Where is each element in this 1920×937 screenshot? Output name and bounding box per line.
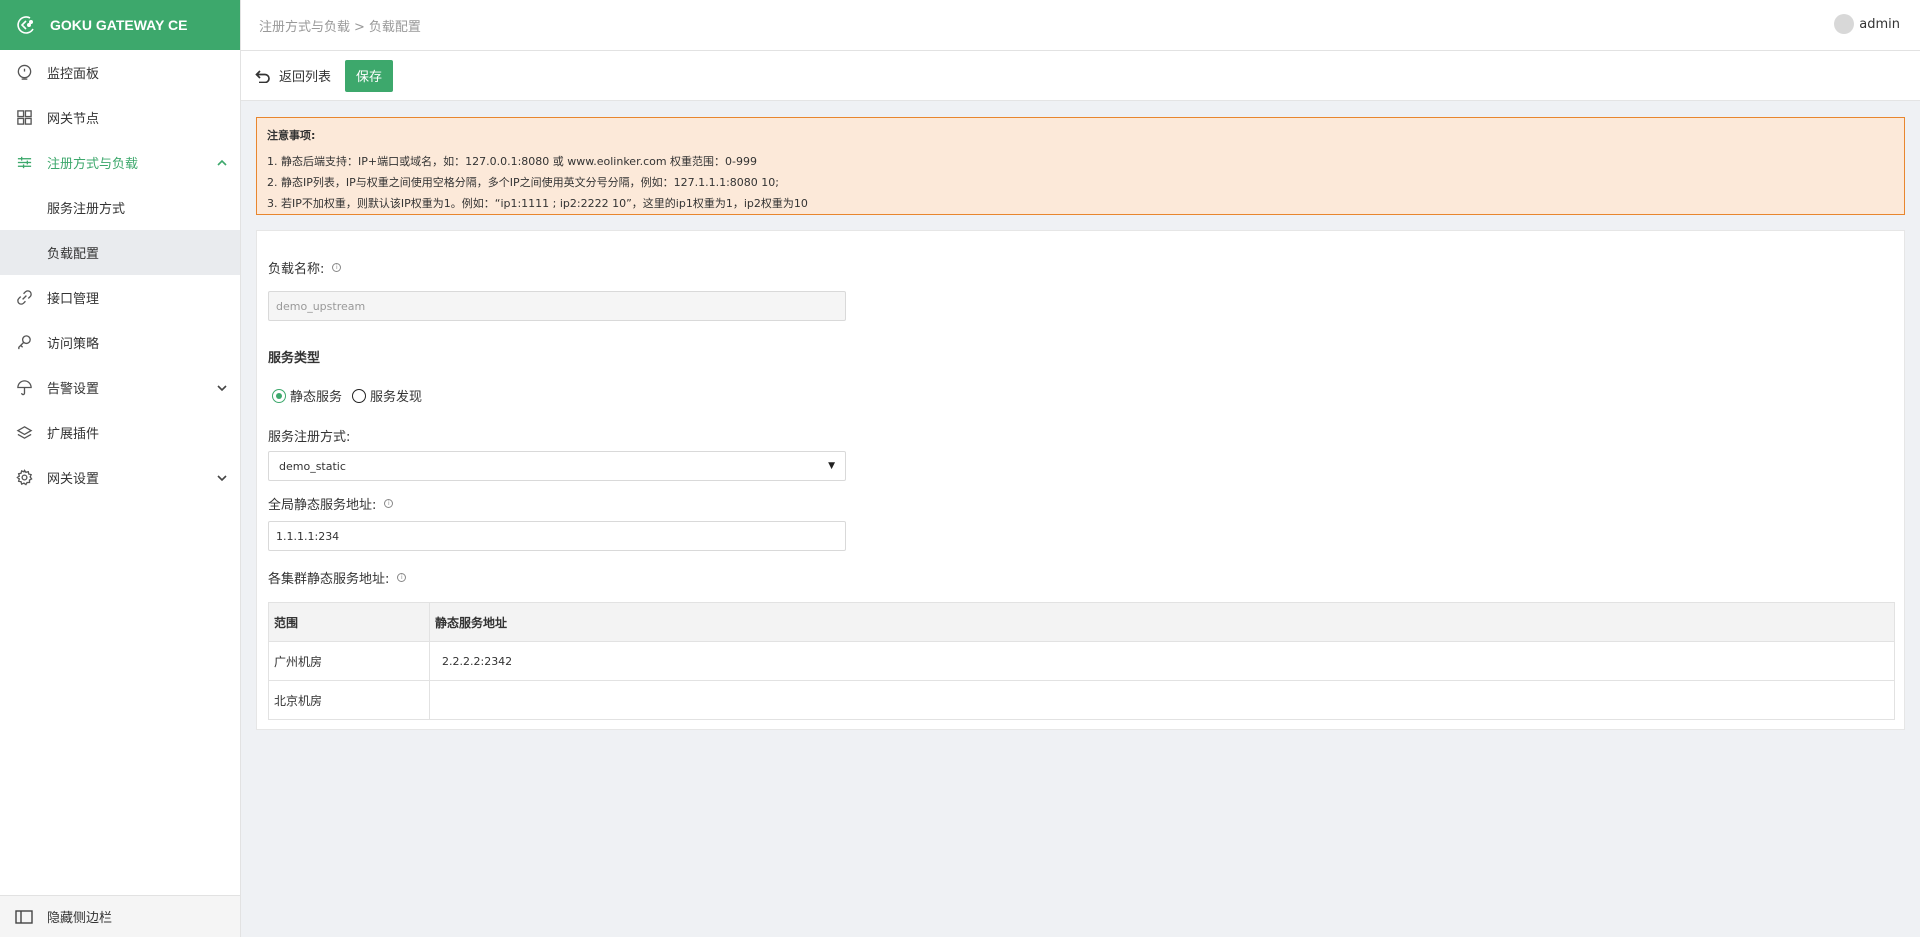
sidebar-item-label: 负载配置 (47, 247, 100, 262)
breadcrumb-separator: > (354, 20, 365, 35)
avatar (1834, 14, 1855, 34)
cluster-address-label-text: 各集群静态服务地址: (268, 572, 390, 587)
sidebar-item-label: 访问策略 (47, 337, 100, 352)
caret-down-icon: ▼ (828, 461, 835, 471)
sidebar-item-api-management[interactable]: 接口管理 (0, 275, 240, 320)
layers-icon (15, 424, 33, 442)
sidebar-item-gateway-nodes[interactable]: 网关节点 (0, 95, 240, 140)
global-address-label: 全局静态服务地址: i (268, 494, 394, 513)
radio-unchecked-icon (352, 388, 367, 403)
sidebar-item-label: 告警设置 (47, 382, 100, 397)
cluster-address-label: 各集群静态服务地址: i (268, 568, 407, 587)
key-icon (15, 334, 33, 352)
notice-line: 1. 静态后端支持：IP+端口或域名，如：127.0.0.1:8080 或 ww… (267, 155, 758, 168)
breadcrumb-item[interactable]: 注册方式与负载 (259, 20, 350, 35)
umbrella-icon (15, 379, 33, 397)
chevron-up-icon (216, 157, 228, 169)
sidebar-item-label: 服务注册方式 (47, 202, 126, 217)
service-type-title: 服务类型 (268, 351, 321, 366)
registry-label: 服务注册方式: (268, 426, 350, 445)
info-icon[interactable]: i (332, 263, 342, 272)
notice-line: 2. 静态IP列表，IP与权重之间使用空格分隔，多个IP之间使用英文分号分隔，例… (267, 176, 780, 189)
service-type-radio-group: 静态服务 服务发现 (272, 386, 432, 405)
breadcrumb-item-current: 负载配置 (368, 20, 421, 35)
sidebar-item-label: 扩展插件 (47, 427, 100, 442)
form-card: 负载名称: i 服务类型 静态服务 服务发现 服务注册方式: demo_stat… (256, 230, 1905, 730)
name-label: 负载名称: i (268, 258, 342, 277)
column-header-range: 范围 (268, 602, 430, 642)
top-header: 注册方式与负载 > 负载配置 admin (241, 0, 1920, 51)
cluster-address-table: 范围 静态服务地址 广州机房 2.2.2.2:2342 北京机房 (268, 602, 1895, 720)
address-cell[interactable] (429, 680, 1895, 720)
notice-box: 注意事项: 1. 静态后端支持：IP+端口或域名，如：127.0.0.1:808… (256, 117, 1905, 215)
range-cell: 广州机房 (268, 641, 430, 681)
name-label-text: 负载名称: (268, 262, 325, 277)
sidebar-item-gateway-settings[interactable]: 网关设置 (0, 455, 240, 500)
radio-label: 静态服务 (290, 390, 343, 405)
brand[interactable]: GOKU GATEWAY CE (0, 0, 240, 50)
chevron-down-icon (216, 472, 228, 484)
load-name-input[interactable] (268, 291, 846, 321)
info-icon[interactable]: i (384, 499, 394, 508)
sidebar-item-access-policy[interactable]: 访问策略 (0, 320, 240, 365)
range-cell: 北京机房 (268, 680, 430, 720)
info-icon[interactable]: i (397, 573, 407, 582)
global-address-label-text: 全局静态服务地址: (268, 498, 377, 513)
back-label: 返回列表 (279, 70, 332, 85)
sidebar: GOKU GATEWAY CE 监控面板 网关节点 注册方式与负载 服务注册方式… (0, 0, 241, 937)
radio-label: 服务发现 (370, 390, 423, 405)
registry-label-text: 服务注册方式: (268, 430, 351, 445)
sidebar-subitem-service-registry[interactable]: 服务注册方式 (0, 185, 240, 230)
sidebar-item-label: 接口管理 (47, 292, 100, 307)
grid-icon (15, 109, 33, 127)
sidebar-item-label: 监控面板 (47, 67, 100, 82)
radio-static-service[interactable]: 静态服务 (272, 386, 342, 405)
toolbar: 返回列表 保存 (241, 51, 1920, 101)
sidebar-toggle-icon (15, 909, 33, 924)
table-header-row: 范围 静态服务地址 (268, 602, 1895, 642)
goku-logo-icon (17, 16, 34, 34)
gear-icon (15, 469, 33, 487)
sidebar-item-alert-settings[interactable]: 告警设置 (0, 365, 240, 410)
table-row: 广州机房 2.2.2.2:2342 (268, 641, 1895, 681)
address-value[interactable]: 2.2.2.2:2342 (435, 655, 512, 668)
brand-title: GOKU GATEWAY CE (50, 17, 188, 33)
global-address-input[interactable] (268, 521, 846, 551)
registry-select[interactable]: demo_static ▼ (268, 451, 846, 481)
back-arrow-icon (255, 69, 270, 83)
sidebar-item-label: 网关节点 (47, 112, 100, 127)
table-row: 北京机房 (268, 680, 1895, 720)
address-cell[interactable]: 2.2.2.2:2342 (429, 641, 1895, 681)
user-menu[interactable]: admin (1834, 14, 1900, 34)
sidebar-item-plugins[interactable]: 扩展插件 (0, 410, 240, 455)
hide-sidebar-button[interactable]: 隐藏侧边栏 (0, 895, 240, 937)
breadcrumb: 注册方式与负载 > 负载配置 (259, 16, 421, 35)
column-header-address: 静态服务地址 (429, 602, 1895, 642)
notice-line: 3. 若IP不加权重，则默认该IP权重为1。例如：“ip1:1111 ; ip2… (267, 197, 808, 210)
registry-select-value: demo_static (279, 459, 346, 473)
radio-checked-icon (272, 388, 286, 403)
save-button[interactable]: 保存 (345, 59, 394, 92)
notice-title: 注意事项: (267, 129, 316, 142)
username: admin (1859, 16, 1900, 32)
sidebar-item-label: 注册方式与负载 (47, 157, 139, 172)
hide-sidebar-label: 隐藏侧边栏 (47, 911, 113, 926)
link-icon (15, 289, 33, 307)
sidebar-subitem-load-config[interactable]: 负载配置 (0, 230, 240, 275)
chevron-down-icon (216, 382, 228, 394)
sliders-icon (15, 154, 33, 172)
radio-service-discovery[interactable]: 服务发现 (352, 386, 422, 405)
sidebar-item-dashboard[interactable]: 监控面板 (0, 50, 240, 95)
sidebar-item-registry-load[interactable]: 注册方式与负载 (0, 140, 240, 185)
sidebar-item-label: 网关设置 (47, 472, 100, 487)
dashboard-icon (15, 64, 33, 82)
back-to-list-button[interactable]: 返回列表 (255, 66, 331, 85)
